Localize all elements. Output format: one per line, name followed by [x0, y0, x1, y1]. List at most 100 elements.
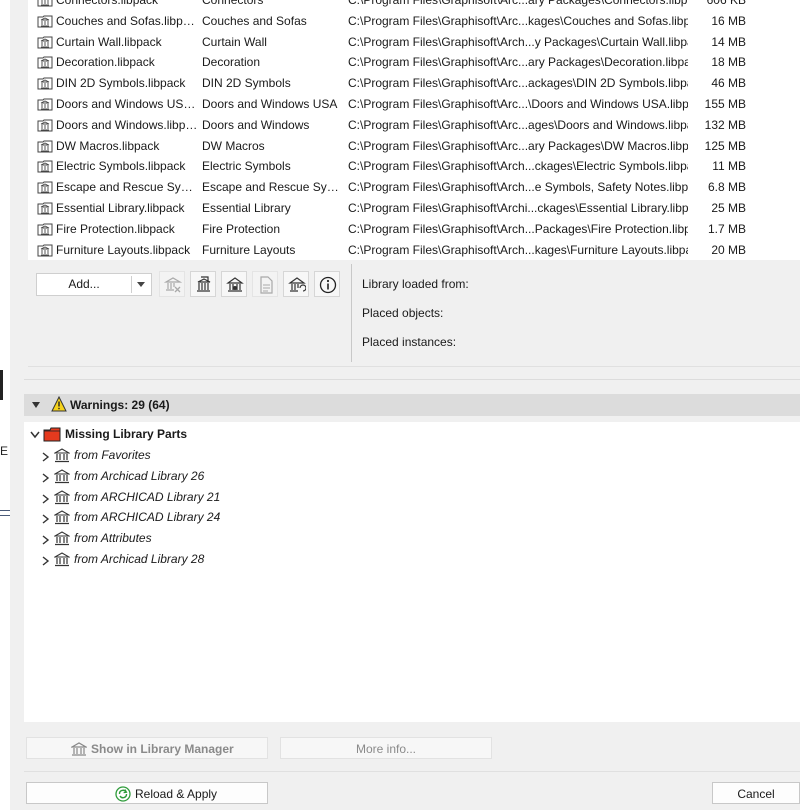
- library-path-cell: C:\Program Files\Graphisoft\Arch...y Pac…: [348, 34, 688, 49]
- table-row[interactable]: DIN 2D Symbols.libpack DIN 2D Symbols C:\P…: [28, 73, 800, 94]
- table-row[interactable]: Doors and Windows USA.li... Doors and Win…: [28, 94, 800, 115]
- library-file-cell: Decoration.libpack: [56, 55, 155, 70]
- library-file-cell: DIN 2D Symbols.libpack: [56, 76, 186, 91]
- library-copy-button[interactable]: [190, 271, 216, 297]
- library-file-cell: Electric Symbols.libpack: [56, 159, 186, 174]
- library-size-cell: 132 MB: [704, 117, 746, 132]
- cancel-button[interactable]: Cancel: [712, 782, 800, 804]
- reload-apply-button[interactable]: Reload & Apply: [26, 782, 268, 804]
- library-loaded-from-label: Library loaded from:: [362, 277, 469, 291]
- library-reload-icon: [288, 277, 306, 292]
- library-folder-icon: [37, 223, 53, 236]
- library-name-cell: Fire Protection: [202, 221, 281, 236]
- library-name-cell: Connectors: [202, 0, 264, 7]
- library-path-cell: C:\Program Files\Graphisoft\Archi...ckag…: [348, 201, 688, 215]
- table-row[interactable]: Essential Library.libpack Essential Libra…: [28, 198, 800, 219]
- library-folder-icon: [37, 56, 53, 69]
- tree-item-label: from ARCHICAD Library 24: [74, 510, 221, 525]
- library-folder-icon: [37, 119, 53, 132]
- library-report-dialog: Connectors.libpack Connectors C:\Program F…: [10, 0, 800, 810]
- warning-icon: [51, 396, 67, 412]
- tree-item-label: from Favorites: [74, 448, 151, 462]
- library-name-cell: Doors and Windows USA: [202, 97, 338, 111]
- add-button-separator: [131, 276, 132, 293]
- show-in-library-manager-label: Show in Library Manager: [91, 742, 234, 756]
- table-row[interactable]: Decoration.libpack Decoration C:\Program F…: [28, 52, 800, 73]
- collapse-arrow-icon[interactable]: [32, 402, 40, 408]
- library-size-cell: 11 MB: [712, 159, 746, 174]
- table-row[interactable]: Couches and Sofas.libpack Couches and Sof…: [28, 11, 800, 32]
- library-size-cell: 18 MB: [711, 55, 746, 70]
- chevron-right-icon[interactable]: [42, 452, 50, 462]
- library-size-cell: 155 MB: [704, 97, 746, 111]
- library-path-cell: C:\Program Files\Graphisoft\Arc...\Doors…: [348, 97, 688, 111]
- library-folder-icon: [37, 15, 53, 28]
- library-file-cell: Doors and Windows USA.li...: [56, 97, 198, 111]
- warnings-tree[interactable]: Missing Library Parts from Favorites from…: [24, 422, 800, 722]
- chevron-right-icon[interactable]: [42, 535, 50, 545]
- library-path-cell: C:\Program Files\Graphisoft\Arch...Packa…: [348, 221, 688, 236]
- chevron-right-icon[interactable]: [42, 473, 50, 483]
- library-settings-button[interactable]: [221, 271, 247, 297]
- tree-item-label: from Archicad Library 26: [74, 468, 205, 483]
- library-settings-icon: [226, 277, 244, 292]
- library-name-cell: DW Macros: [202, 138, 265, 153]
- panel-divider: [351, 264, 352, 362]
- document-icon: [260, 276, 273, 294]
- library-icon: [54, 448, 70, 463]
- chevron-right-icon[interactable]: [42, 514, 50, 524]
- more-info-button[interactable]: More info...: [280, 737, 492, 759]
- chevron-right-icon[interactable]: [42, 494, 50, 504]
- more-info-label: More info...: [355, 742, 417, 756]
- remove-library-button[interactable]: [159, 271, 185, 297]
- reload-icon: [115, 786, 131, 802]
- library-size-cell: 16 MB: [711, 13, 746, 28]
- canvas-line: [0, 370, 3, 400]
- library-name-cell: Decoration: [202, 55, 261, 70]
- table-row[interactable]: DW Macros.libpack DW Macros C:\Program Fil…: [28, 136, 800, 157]
- library-size-cell: 1.7 MB: [707, 221, 746, 236]
- library-size-cell: 606 KB: [706, 0, 746, 7]
- table-row[interactable]: Escape and Rescue Symbol... Escape and Re…: [28, 177, 800, 198]
- table-row[interactable]: Curtain Wall.libpack Curtain Wall C:\Progr…: [28, 32, 800, 53]
- library-manager-icon: [71, 742, 87, 756]
- document-button[interactable]: [252, 271, 278, 297]
- missing-library-parts-label: Missing Library Parts: [65, 427, 188, 441]
- library-path-cell: C:\Program Files\Graphisoft\Arch...kages…: [348, 242, 688, 257]
- warnings-header[interactable]: Warnings: 29 (64): [24, 394, 800, 416]
- remove-library-icon: [164, 277, 182, 293]
- library-folder-icon: [37, 244, 53, 257]
- library-folder-icon: [37, 160, 53, 173]
- add-dropdown-arrow-icon[interactable]: [137, 282, 145, 287]
- library-path-cell: C:\Program Files\Graphisoft\Arc...ackage…: [348, 76, 688, 91]
- library-file-cell: Doors and Windows.libpack: [56, 117, 198, 132]
- reload-apply-label: Reload & Apply: [135, 787, 218, 801]
- library-folder-icon: [37, 98, 53, 111]
- placed-objects-label: Placed objects:: [362, 306, 444, 320]
- table-row[interactable]: Connectors.libpack Connectors C:\Program F…: [28, 0, 800, 11]
- library-icon: [54, 510, 70, 525]
- chevron-right-icon[interactable]: [42, 556, 50, 566]
- chevron-down-icon[interactable]: [30, 431, 40, 439]
- table-row[interactable]: Furniture Layouts.libpack Furniture Layou…: [28, 240, 800, 260]
- library-size-cell: 25 MB: [711, 201, 746, 215]
- library-toolbar-panel: Add... Library loaded from: Placed objec…: [28, 262, 800, 367]
- library-path-cell: C:\Program Files\Graphisoft\Arch...ckage…: [348, 159, 688, 174]
- table-row[interactable]: Fire Protection.libpack Fire Protection C:…: [28, 219, 800, 240]
- table-row[interactable]: Electric Symbols.libpack Electric Symbols…: [28, 156, 800, 177]
- red-folder-icon: [43, 427, 61, 442]
- info-button[interactable]: [314, 271, 340, 297]
- library-name-cell: Furniture Layouts: [202, 242, 296, 257]
- library-path-cell: C:\Program Files\Graphisoft\Arch...e Sym…: [348, 180, 688, 195]
- library-path-cell: C:\Program Files\Graphisoft\Arc...ages\D…: [348, 117, 688, 132]
- library-table[interactable]: Connectors.libpack Connectors C:\Program F…: [28, 0, 800, 260]
- library-folder-icon: [37, 36, 53, 49]
- tree-item-label: from Attributes: [74, 531, 152, 546]
- table-row[interactable]: Doors and Windows.libpack Doors and Windo…: [28, 115, 800, 136]
- placed-instances-label: Placed instances:: [362, 335, 457, 349]
- library-reload-button[interactable]: [283, 271, 309, 297]
- add-library-button[interactable]: Add...: [36, 273, 152, 296]
- show-in-library-manager-button[interactable]: Show in Library Manager: [26, 737, 268, 759]
- library-name-cell: DIN 2D Symbols: [202, 76, 291, 91]
- library-folder-icon: [37, 0, 53, 7]
